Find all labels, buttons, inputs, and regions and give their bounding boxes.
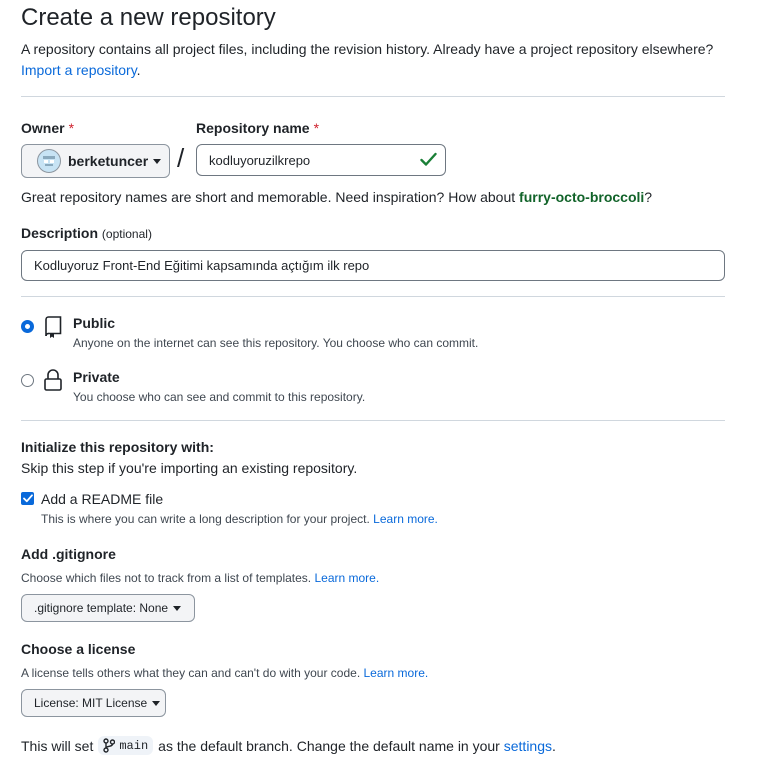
owner-label: Owner * — [21, 120, 74, 136]
readme-desc: This is where you can write a long descr… — [41, 512, 438, 526]
default-branch-note: This will set main as the default branch… — [21, 736, 556, 755]
visibility-private-radio[interactable] — [21, 374, 34, 387]
divider-init — [21, 420, 725, 421]
repo-name-input[interactable] — [196, 144, 446, 176]
subtitle-text: A repository contains all project files,… — [21, 41, 714, 57]
import-repository-link[interactable]: Import a repository — [21, 62, 137, 78]
branch-name-badge: main — [98, 736, 154, 755]
page-title: Create a new repository — [21, 4, 276, 31]
git-branch-icon — [103, 738, 116, 753]
license-desc-text: A license tells others what they can and… — [21, 666, 361, 680]
readme-learn-more-link[interactable]: Learn more. — [373, 512, 438, 526]
gitignore-learn-more-link[interactable]: Learn more. — [314, 571, 379, 585]
repo-name-label: Repository name * — [196, 120, 319, 136]
chevron-down-icon — [153, 158, 162, 164]
init-hint: Skip this step if you're importing an ex… — [21, 460, 358, 476]
checkmark-icon — [22, 494, 33, 503]
license-desc: A license tells others what they can and… — [21, 666, 428, 680]
divider-top — [21, 96, 725, 97]
gitignore-template-dropdown[interactable]: .gitignore template: None — [21, 594, 195, 622]
readme-label: Add a README file — [41, 491, 164, 507]
visibility-private-desc: You choose who can see and commit to thi… — [73, 390, 366, 404]
gitignore-desc-text: Choose which files not to track from a l… — [21, 571, 312, 585]
description-input[interactable] — [21, 250, 725, 281]
license-learn-more-link[interactable]: Learn more. — [364, 666, 429, 680]
suggestion-text: Great repository names are short and mem… — [21, 189, 516, 205]
owner-label-text: Owner — [21, 120, 65, 136]
description-label: Description (optional) — [21, 225, 152, 241]
visibility-public-desc: Anyone on the internet can see this repo… — [73, 336, 479, 350]
readme-desc-text: This is where you can write a long descr… — [41, 512, 370, 526]
description-optional-note: (optional) — [101, 227, 152, 241]
branch-suffix: . — [552, 737, 556, 754]
license-heading: Choose a license — [21, 641, 136, 657]
chevron-down-icon — [173, 605, 182, 611]
visibility-public-label: Public — [73, 315, 116, 331]
name-suggestion: Great repository names are short and mem… — [21, 189, 652, 205]
suggestion-suffix: ? — [644, 189, 653, 205]
license-label: License: MIT License — [34, 696, 148, 710]
branch-middle: as the default branch. Change the defaul… — [158, 737, 500, 754]
avatar-identicon-icon — [43, 156, 55, 166]
check-valid-icon — [420, 152, 437, 166]
owner-avatar — [37, 149, 61, 173]
divider-visibility — [21, 296, 725, 297]
lock-icon — [44, 369, 62, 391]
gitignore-heading: Add .gitignore — [21, 546, 116, 562]
description-label-text: Description — [21, 225, 99, 241]
import-link-suffix: . — [136, 62, 141, 78]
chevron-down-icon — [152, 700, 161, 706]
gitignore-desc: Choose which files not to track from a l… — [21, 571, 379, 585]
settings-link[interactable]: settings — [504, 738, 552, 754]
owner-repo-separator: / — [177, 143, 185, 173]
branch-name: main — [119, 738, 149, 753]
branch-prefix: This will set — [21, 737, 94, 754]
owner-required-mark: * — [68, 120, 75, 136]
init-heading: Initialize this repository with: — [21, 439, 214, 455]
visibility-private-label: Private — [73, 369, 120, 385]
owner-selected: berketuncer — [68, 153, 149, 169]
readme-checkbox[interactable] — [21, 492, 34, 505]
gitignore-template-label: .gitignore template: None — [34, 601, 169, 615]
suggested-name-link[interactable]: furry-octo-broccoli — [519, 189, 644, 205]
owner-dropdown[interactable]: berketuncer — [21, 144, 170, 178]
repo-name-required-mark: * — [313, 120, 320, 136]
page-subtitle: A repository contains all project files,… — [21, 39, 741, 81]
repo-name-label-text: Repository name — [196, 120, 310, 136]
visibility-public-radio[interactable] — [21, 320, 34, 333]
license-dropdown[interactable]: License: MIT License — [21, 689, 166, 717]
repo-icon — [45, 316, 62, 338]
